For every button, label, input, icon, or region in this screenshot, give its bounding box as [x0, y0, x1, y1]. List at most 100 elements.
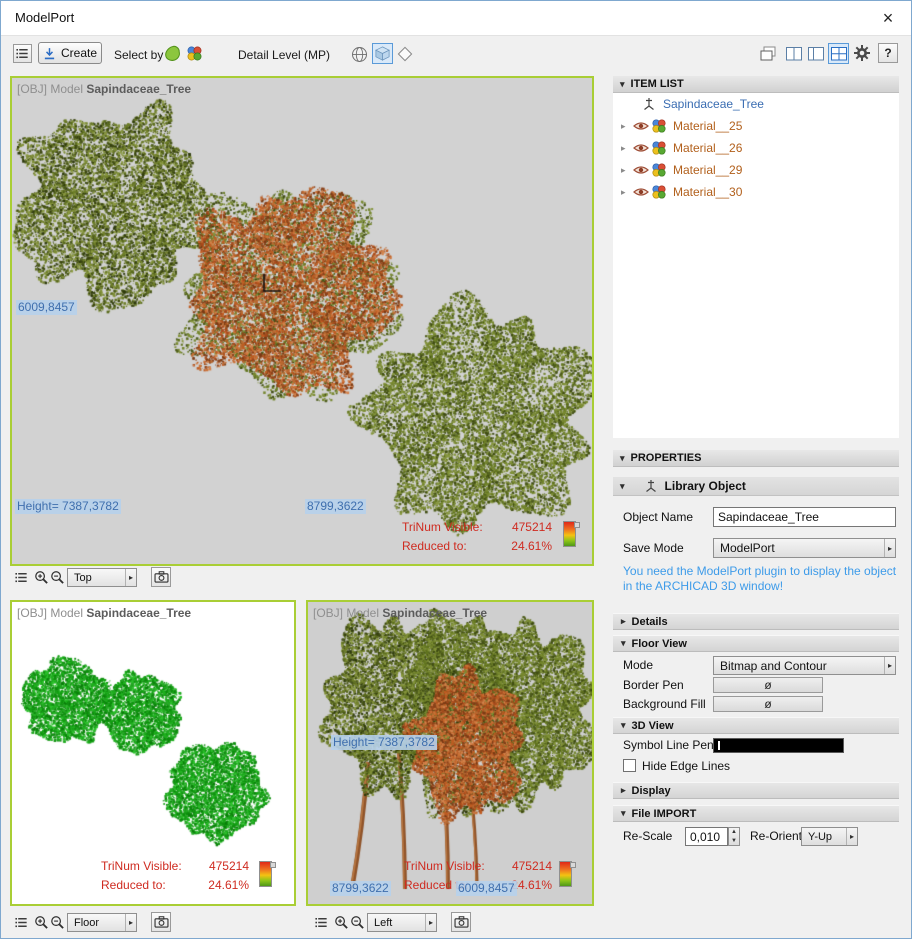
zoom-in-icon — [334, 915, 349, 930]
zoom-out-button[interactable] — [48, 913, 66, 931]
hide-edge-lines-checkbox[interactable] — [623, 759, 636, 772]
create-button[interactable]: Create — [38, 42, 102, 64]
layout-side-pane-button[interactable] — [806, 44, 825, 63]
select-by-label: Select by — [114, 48, 164, 62]
save-mode-label: Save Mode — [623, 541, 684, 555]
section-label: Details — [631, 615, 668, 628]
material-item-label: Material__29 — [673, 163, 743, 177]
item-row-material-30[interactable]: ▸ Material__30 — [613, 181, 899, 203]
view-select-top[interactable]: Top ▸ — [67, 568, 137, 587]
gradient-knob[interactable] — [270, 862, 276, 868]
object-name-input[interactable] — [713, 507, 896, 527]
menu-icon — [15, 46, 30, 61]
item-row-material-29[interactable]: ▸ Material__29 — [613, 159, 899, 181]
zoom-out-button[interactable] — [348, 913, 366, 931]
detail-gradient-legend[interactable] — [563, 521, 580, 547]
visibility-eye-icon[interactable] — [633, 162, 649, 178]
item-list-header[interactable]: ▾ ITEM LIST — [613, 76, 899, 93]
visibility-eye-icon[interactable] — [633, 140, 649, 156]
item-row-model[interactable]: Sapindaceae_Tree — [613, 93, 899, 115]
spinner-up-icon[interactable]: ▲ — [729, 828, 739, 837]
height-badge: Height= 7387,3782 — [15, 499, 121, 514]
cascade-windows-button[interactable] — [758, 44, 777, 63]
settings-button[interactable] — [852, 43, 872, 63]
snapshot-button[interactable] — [151, 912, 171, 932]
view-select-left[interactable]: Left ▸ — [367, 913, 437, 932]
select-by-material-button[interactable] — [185, 44, 203, 62]
library-object-bar[interactable]: ▾ Library Object — [613, 477, 899, 496]
view-select-floor[interactable]: Floor ▸ — [67, 913, 137, 932]
snapshot-button[interactable] — [151, 567, 171, 587]
trinum-stats: TriNum Visible: 475214 Reduced to: 24.61% — [101, 857, 249, 895]
border-pen-button[interactable]: ø — [713, 677, 823, 693]
viewport-left-menu-button[interactable] — [312, 913, 330, 931]
section-file-import[interactable]: ▾ File IMPORT — [613, 805, 899, 822]
viewport-top-menu-button[interactable] — [12, 568, 30, 586]
zoom-out-icon — [50, 915, 65, 930]
save-mode-popup[interactable]: ModelPort ▸ — [713, 538, 896, 558]
spinner-down-icon[interactable]: ▼ — [729, 837, 739, 846]
background-fill-button[interactable]: ø — [713, 696, 823, 712]
gradient-knob[interactable] — [574, 522, 580, 528]
collapse-icon: ▾ — [621, 720, 626, 730]
item-row-material-25[interactable]: ▸ Material__25 — [613, 115, 899, 137]
titlebar[interactable]: ModelPort × — [1, 1, 911, 36]
section-floor-view[interactable]: ▾ Floor View — [613, 635, 899, 652]
detail-level-sphere-button[interactable] — [350, 45, 368, 63]
popup-arrow-icon: ▸ — [124, 569, 136, 586]
viewport-top[interactable]: [OBJ] Model Sapindaceae_Tree 6009,8457 H… — [10, 76, 594, 566]
trinum-label: TriNum Visible: — [402, 520, 483, 534]
popup-arrow-icon: ▸ — [124, 914, 136, 931]
mode-popup[interactable]: Bitmap and Contour ▸ — [713, 656, 896, 675]
section-display[interactable]: ▸ Display — [613, 782, 899, 799]
expand-icon: ▸ — [621, 616, 626, 626]
view-select-value: Floor — [74, 916, 100, 929]
layout-two-pane-button[interactable] — [784, 44, 803, 63]
popup-arrow-icon: ▸ — [424, 914, 436, 931]
re-scale-spinner[interactable]: ▲ ▼ — [728, 827, 740, 846]
viewport-floor-menu-button[interactable] — [12, 913, 30, 931]
viewport-top-canvas[interactable] — [12, 78, 592, 564]
layout-grid-button[interactable] — [828, 43, 849, 64]
item-list: Sapindaceae_Tree ▸ Material__25 ▸ Materi… — [613, 93, 899, 438]
expand-icon[interactable]: ▸ — [621, 121, 633, 132]
detail-gradient-legend[interactable] — [259, 861, 276, 887]
snapshot-button[interactable] — [451, 912, 471, 932]
properties-header[interactable]: ▾ PROPERTIES — [613, 450, 899, 467]
visibility-eye-icon[interactable] — [633, 184, 649, 200]
height-badge: Height= 7387,3782 — [331, 735, 437, 750]
trinum-value: 475214 — [511, 520, 552, 534]
section-3d-view[interactable]: ▾ 3D View — [613, 717, 899, 734]
symbol-line-pen-row: Symbol Line Pen — [613, 737, 899, 759]
select-by-element-button[interactable] — [163, 44, 181, 62]
viewport-left[interactable]: [OBJ] Model Sapindaceae_Tree Height= 738… — [306, 600, 594, 906]
section-details[interactable]: ▸ Details — [613, 613, 899, 630]
visibility-eye-icon[interactable] — [633, 118, 649, 134]
re-scale-input[interactable] — [685, 827, 728, 846]
re-orient-popup[interactable]: Y-Up ▸ — [801, 827, 858, 846]
symbol-line-pen-label: Symbol Line Pen — [623, 738, 714, 752]
hide-edge-lines-label: Hide Edge Lines — [642, 759, 731, 773]
main-menu-button[interactable] — [13, 44, 32, 63]
re-orient-label: Re-Orient — [750, 829, 803, 843]
expand-icon[interactable]: ▸ — [621, 165, 633, 176]
gear-icon — [853, 44, 871, 62]
reduced-label: Reduced to: — [101, 878, 166, 892]
expand-icon[interactable]: ▸ — [621, 143, 633, 154]
detail-gradient-legend[interactable] — [559, 861, 576, 887]
symbol-line-pen-swatch[interactable] — [713, 738, 844, 753]
viewport-header: [OBJ] Model Sapindaceae_Tree — [313, 606, 487, 620]
viewport-floor[interactable]: [OBJ] Model Sapindaceae_Tree TriNum Visi… — [10, 600, 296, 906]
help-button[interactable]: ? — [878, 43, 898, 63]
detail-level-cube-button[interactable] — [372, 43, 393, 64]
menu-icon — [314, 915, 329, 930]
close-button[interactable]: × — [875, 5, 901, 31]
create-button-label: Create — [60, 46, 98, 60]
expand-icon[interactable]: ▸ — [621, 187, 633, 198]
two-pane-icon — [785, 46, 803, 62]
zoom-out-button[interactable] — [48, 568, 66, 586]
gradient-knob[interactable] — [570, 862, 576, 868]
item-row-material-26[interactable]: ▸ Material__26 — [613, 137, 899, 159]
save-mode-value: ModelPort — [720, 541, 775, 555]
detail-level-diamond-button[interactable] — [396, 45, 414, 63]
